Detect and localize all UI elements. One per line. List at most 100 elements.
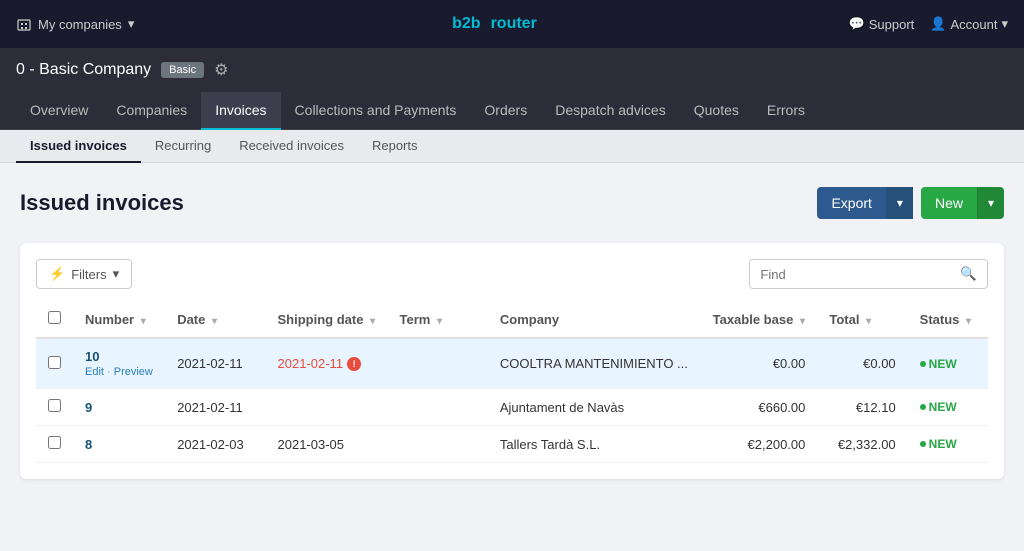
top-navbar: My companies ▾ b2b router 💬 Support 👤 Ac… bbox=[0, 0, 1024, 48]
invoice-term-cell bbox=[388, 389, 488, 426]
export-button[interactable]: Export bbox=[817, 187, 885, 219]
nav-despatch[interactable]: Despatch advices bbox=[541, 92, 680, 130]
table-header-row: Number ▾ Date ▾ Shipping date ▾ Term ▾ bbox=[36, 301, 988, 338]
subnav-received-invoices[interactable]: Received invoices bbox=[225, 130, 358, 163]
support-label: Support bbox=[869, 17, 915, 32]
select-all-checkbox[interactable] bbox=[48, 311, 61, 324]
col-header-status[interactable]: Status ▾ bbox=[908, 301, 988, 338]
invoice-taxbase-cell: €660.00 bbox=[701, 389, 818, 426]
invoice-status-cell: NEW bbox=[908, 389, 988, 426]
sub-navbar: Issued invoices Recurring Received invoi… bbox=[0, 130, 1024, 163]
filters-chevron-icon: ▾ bbox=[113, 266, 120, 282]
export-caret-icon: ▾ bbox=[897, 196, 903, 210]
subnav-recurring[interactable]: Recurring bbox=[141, 130, 225, 163]
new-dropdown-button[interactable]: ▾ bbox=[977, 187, 1004, 219]
support-icon: 💬 bbox=[849, 16, 865, 32]
subnav-issued-invoices[interactable]: Issued invoices bbox=[16, 130, 141, 163]
page-content: Issued invoices Export ▾ New ▾ ⚡ Filters… bbox=[0, 163, 1024, 503]
col-term-label: Term bbox=[400, 312, 431, 327]
search-box: 🔍 bbox=[749, 259, 988, 289]
invoice-status-badge: NEW bbox=[920, 400, 976, 414]
invoice-company-cell: Ajuntament de Navàs bbox=[488, 389, 701, 426]
subnav-reports[interactable]: Reports bbox=[358, 130, 432, 163]
invoice-total: €0.00 bbox=[863, 356, 896, 371]
status-dot-icon bbox=[920, 361, 926, 367]
row-checkbox[interactable] bbox=[48, 356, 61, 369]
col-header-shipping[interactable]: Shipping date ▾ bbox=[266, 301, 388, 338]
company-bar: 0 - Basic Company Basic ⚙ bbox=[0, 48, 1024, 92]
main-navbar: Overview Companies Invoices Collections … bbox=[0, 92, 1024, 130]
invoice-company-cell: COOLTRA MANTENIMIENTO ... bbox=[488, 338, 701, 389]
invoice-status-badge: NEW bbox=[920, 357, 976, 371]
invoice-status-cell: NEW bbox=[908, 426, 988, 463]
invoice-status-cell: NEW bbox=[908, 338, 988, 389]
my-companies-dropdown[interactable]: My companies ▾ bbox=[16, 16, 134, 32]
taxbase-sort-icon: ▾ bbox=[800, 316, 805, 327]
invoice-total-cell: €12.10 bbox=[817, 389, 907, 426]
nav-overview[interactable]: Overview bbox=[16, 92, 102, 130]
chevron-down-icon: ▾ bbox=[128, 16, 135, 32]
table-row: 10 Edit · Preview 2021-02-11 2021-02-11 … bbox=[36, 338, 988, 389]
filter-bar: ⚡ Filters ▾ 🔍 Number ▾ bbox=[20, 243, 1004, 479]
col-taxbase-label: Taxable base bbox=[713, 312, 794, 327]
support-button[interactable]: 💬 Support bbox=[849, 16, 915, 32]
nav-orders[interactable]: Orders bbox=[470, 92, 541, 130]
col-total-label: Total bbox=[829, 312, 859, 327]
company-name: 0 - Basic Company bbox=[16, 61, 151, 79]
search-button[interactable]: 🔍 bbox=[950, 260, 987, 288]
invoice-number[interactable]: 9 bbox=[85, 400, 92, 415]
invoice-taxbase: €660.00 bbox=[758, 400, 805, 415]
nav-companies[interactable]: Companies bbox=[102, 92, 201, 130]
term-sort-icon: ▾ bbox=[437, 316, 442, 327]
invoice-taxbase-cell: €2,200.00 bbox=[701, 426, 818, 463]
nav-collections[interactable]: Collections and Payments bbox=[281, 92, 471, 130]
search-input[interactable] bbox=[750, 261, 950, 288]
account-label: Account bbox=[950, 17, 997, 32]
top-nav-right: 💬 Support 👤 Account ▾ bbox=[849, 16, 1008, 32]
col-header-date[interactable]: Date ▾ bbox=[165, 301, 265, 338]
invoice-taxbase: €0.00 bbox=[773, 356, 806, 371]
col-status-label: Status bbox=[920, 312, 960, 327]
invoice-total: €12.10 bbox=[856, 400, 896, 415]
col-number-label: Number bbox=[85, 312, 134, 327]
shipping-date: 2021-03-05 bbox=[278, 437, 345, 452]
filters-button[interactable]: ⚡ Filters ▾ bbox=[36, 259, 132, 289]
invoice-shipping-cell: 2021-02-11 ! bbox=[266, 338, 388, 389]
row-checkbox[interactable] bbox=[48, 399, 61, 412]
col-header-term[interactable]: Term ▾ bbox=[388, 301, 488, 338]
nav-invoices[interactable]: Invoices bbox=[201, 92, 280, 130]
invoice-total-cell: €2,332.00 bbox=[817, 426, 907, 463]
invoice-number[interactable]: 8 bbox=[85, 437, 92, 452]
col-header-taxbase[interactable]: Taxable base ▾ bbox=[701, 301, 818, 338]
page-title: Issued invoices bbox=[20, 190, 184, 216]
row-checkbox[interactable] bbox=[48, 436, 61, 449]
logo-router: router bbox=[491, 15, 537, 33]
page-header: Issued invoices Export ▾ New ▾ bbox=[20, 187, 1004, 219]
edit-link[interactable]: Edit bbox=[85, 366, 104, 378]
export-dropdown-button[interactable]: ▾ bbox=[886, 187, 913, 219]
invoice-date-cell: 2021-02-03 bbox=[165, 426, 265, 463]
nav-quotes[interactable]: Quotes bbox=[680, 92, 753, 130]
col-company-label: Company bbox=[500, 312, 559, 327]
preview-link[interactable]: Preview bbox=[114, 366, 153, 378]
nav-errors[interactable]: Errors bbox=[753, 92, 819, 130]
new-button[interactable]: New bbox=[921, 187, 977, 219]
settings-icon[interactable]: ⚙ bbox=[214, 60, 228, 80]
account-button[interactable]: 👤 Account ▾ bbox=[930, 16, 1008, 32]
new-caret-icon: ▾ bbox=[988, 196, 994, 210]
invoice-number[interactable]: 10 bbox=[85, 349, 99, 364]
invoice-number-cell: 10 Edit · Preview bbox=[73, 338, 165, 389]
logo: b2b router bbox=[446, 13, 537, 35]
invoice-date-cell: 2021-02-11 bbox=[165, 338, 265, 389]
invoice-taxbase: €2,200.00 bbox=[748, 437, 806, 452]
invoice-company-cell: Tallers Tardà S.L. bbox=[488, 426, 701, 463]
status-dot-icon bbox=[920, 441, 926, 447]
new-label: New bbox=[935, 195, 963, 211]
col-header-total[interactable]: Total ▾ bbox=[817, 301, 907, 338]
status-sort-icon: ▾ bbox=[966, 316, 971, 327]
col-header-number[interactable]: Number ▾ bbox=[73, 301, 165, 338]
invoices-table: Number ▾ Date ▾ Shipping date ▾ Term ▾ bbox=[36, 301, 988, 463]
invoice-term-cell bbox=[388, 338, 488, 389]
invoice-company: COOLTRA MANTENIMIENTO ... bbox=[500, 356, 688, 371]
invoice-shipping-cell bbox=[266, 389, 388, 426]
